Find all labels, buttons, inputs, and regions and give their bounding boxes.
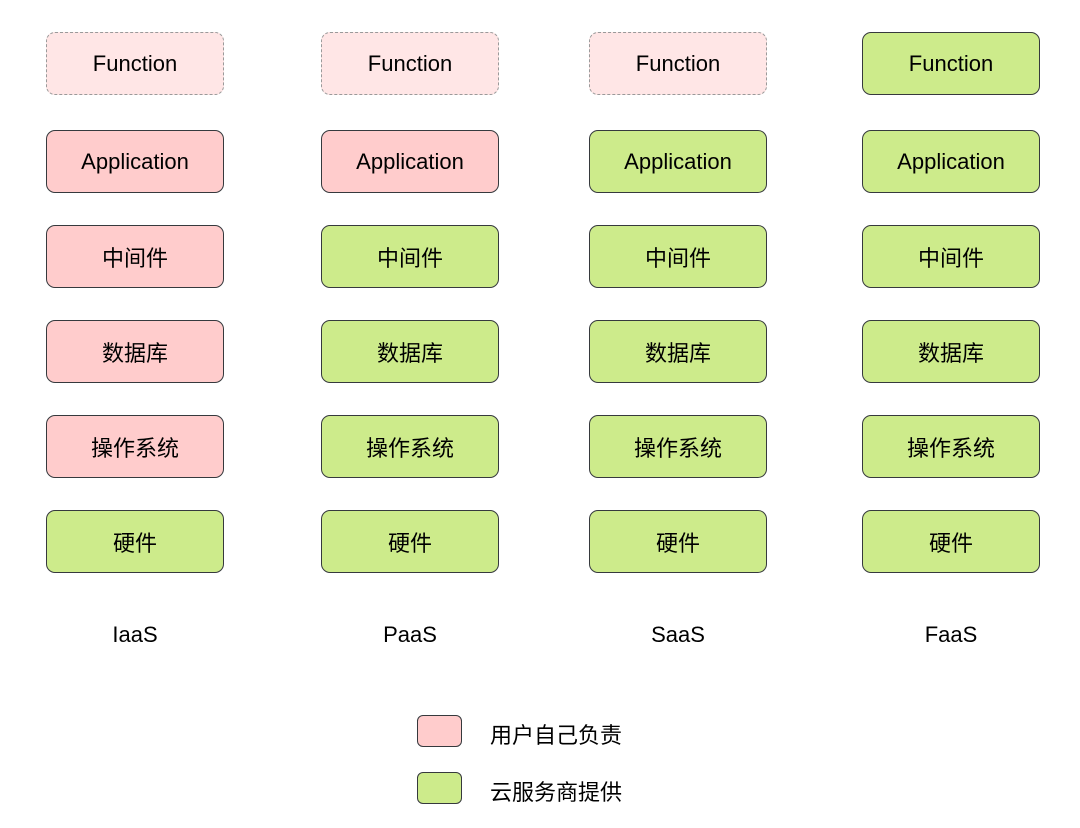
layer-box: 操作系统 [46,415,224,478]
layer-box: 数据库 [862,320,1040,383]
column-label: SaaS [651,622,705,647]
layer-box: Function [46,32,224,95]
layer-box: 操作系统 [321,415,499,478]
layer-box: 中间件 [46,225,224,288]
layer-box: 操作系统 [589,415,767,478]
layer-box: Function [589,32,767,95]
legend-label: 云服务商提供 [490,780,623,805]
layer-box: 数据库 [321,320,499,383]
layer-box: 硬件 [589,510,767,573]
layer-box: Application [589,130,767,193]
layer-box: Application [862,130,1040,193]
layer-box: 中间件 [589,225,767,288]
layer-box: 硬件 [46,510,224,573]
legend-label: 用户自己负责 [490,723,623,748]
column-label: PaaS [383,622,437,647]
legend-swatch [417,715,462,747]
layer-box: Function [321,32,499,95]
layer-box: Function [862,32,1040,95]
layer-box: 中间件 [862,225,1040,288]
layer-box: 数据库 [46,320,224,383]
column-label: IaaS [112,622,158,647]
column-label: FaaS [924,622,978,647]
layer-box: 硬件 [321,510,499,573]
layer-box: 中间件 [321,225,499,288]
layer-box: Application [46,130,224,193]
layer-box: 操作系统 [862,415,1040,478]
legend-swatch [417,772,462,804]
layer-box: 数据库 [589,320,767,383]
layer-box: 硬件 [862,510,1040,573]
layer-box: Application [321,130,499,193]
